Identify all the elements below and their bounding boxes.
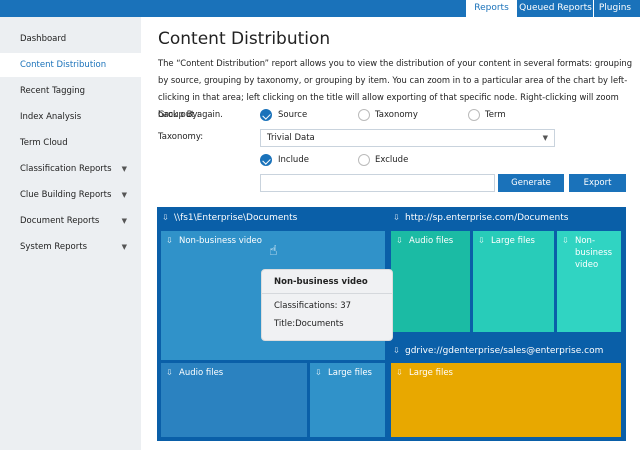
radio-taxonomy[interactable] — [358, 109, 370, 121]
export-button[interactable]: Export — [569, 174, 626, 192]
download-icon: ⇩ — [478, 236, 485, 245]
tab-queued-reports[interactable]: Queued Reports — [518, 0, 593, 17]
radio-term-label[interactable]: Term — [485, 110, 506, 120]
radio-include[interactable] — [260, 154, 272, 166]
hand-cursor-icon: ☝ — [269, 243, 278, 259]
group-title-text: http://sp.enterprise.com/Documents — [405, 213, 569, 223]
sidebar-item-system-reports[interactable]: System Reports ▼ — [0, 235, 141, 259]
chevron-down-icon: ▼ — [121, 191, 127, 199]
tooltip: Non-business video Classifications: 37 T… — [261, 269, 393, 341]
radio-source[interactable] — [260, 109, 272, 121]
tooltip-title: Non-business video — [274, 277, 368, 287]
tab-reports[interactable]: Reports — [466, 0, 517, 17]
download-icon: ⇩ — [315, 368, 322, 377]
sidebar-item-document-reports[interactable]: Document Reports ▼ — [0, 209, 141, 233]
top-bar: Reports Queued Reports Plugins — [0, 0, 640, 17]
chevron-down-icon: ▼ — [121, 243, 127, 251]
group-by-label: Group By: — [158, 110, 200, 120]
chevron-down-icon: ▼ — [121, 217, 127, 225]
radio-term[interactable] — [468, 109, 480, 121]
sidebar-item-recent-tagging[interactable]: Recent Tagging — [0, 79, 141, 103]
cell-label: Non-business video — [179, 236, 262, 246]
taxonomy-select[interactable]: Trivial Data ▼ — [260, 129, 555, 147]
sidebar-item-dashboard[interactable]: Dashboard — [0, 27, 141, 51]
page-title: Content Distribution — [158, 29, 331, 49]
cell-label: Non-business video — [575, 236, 613, 270]
dropdown-arrow-icon: ▼ — [542, 134, 548, 142]
chevron-down-icon: ▼ — [121, 165, 127, 173]
group-title-text: gdrive://gdenterprise/sales@enterprise.c… — [405, 346, 604, 356]
tab-plugins[interactable]: Plugins — [594, 0, 636, 17]
download-icon: ⇩ — [162, 213, 169, 222]
cell-label: Large files — [491, 236, 535, 246]
download-icon: ⇩ — [166, 368, 173, 377]
filter-input[interactable] — [260, 174, 495, 192]
cell-label: Audio files — [409, 236, 454, 246]
radio-exclude-label[interactable]: Exclude — [375, 155, 408, 165]
taxonomy-select-value: Trivial Data — [267, 133, 315, 143]
sidebar-item-clue-building-reports[interactable]: Clue Building Reports ▼ — [0, 183, 141, 207]
sidebar-item-label: Document Reports — [20, 216, 100, 226]
taxonomy-label: Taxonomy: — [158, 132, 204, 142]
cell-label: Large files — [409, 368, 453, 378]
sidebar: Dashboard Content Distribution Recent Ta… — [0, 17, 141, 450]
cell-label: Audio files — [179, 368, 224, 378]
cell-label: Large files — [328, 368, 372, 378]
group-title-text: \\fs1\Enterprise\Documents — [174, 213, 298, 223]
sidebar-item-content-distribution[interactable]: Content Distribution — [0, 53, 141, 77]
sidebar-item-classification-reports[interactable]: Classification Reports ▼ — [0, 157, 141, 181]
download-icon: ⇩ — [396, 236, 403, 245]
download-icon: ⇩ — [396, 368, 403, 377]
radio-include-label[interactable]: Include — [278, 155, 309, 165]
treemap-group-title[interactable]: ⇩ \\fs1\Enterprise\Documents — [160, 213, 297, 223]
tooltip-doc-title: Title:Documents — [274, 319, 344, 329]
sidebar-item-label: Clue Building Reports — [20, 190, 112, 200]
treemap-cell[interactable]: ⇩ Large files — [391, 363, 621, 437]
download-icon: ⇩ — [166, 236, 173, 245]
generate-button[interactable]: Generate — [498, 174, 564, 192]
download-icon: ⇩ — [393, 213, 400, 222]
sidebar-item-term-cloud[interactable]: Term Cloud — [0, 131, 141, 155]
treemap-group-title[interactable]: ⇩ http://sp.enterprise.com/Documents — [391, 213, 568, 223]
tooltip-divider — [262, 293, 392, 294]
radio-exclude[interactable] — [358, 154, 370, 166]
treemap-cell[interactable]: ⇩ Audio files — [161, 363, 307, 437]
sidebar-item-label: System Reports — [20, 242, 88, 252]
radio-source-label[interactable]: Source — [278, 110, 307, 120]
treemap-cell[interactable]: ⇩ Large files — [473, 231, 554, 332]
sidebar-item-index-analysis[interactable]: Index Analysis — [0, 105, 141, 129]
radio-taxonomy-label[interactable]: Taxonomy — [375, 110, 418, 120]
treemap-cell[interactable]: ⇩ Non-business video — [557, 231, 621, 332]
sidebar-item-label: Classification Reports — [20, 164, 112, 174]
treemap-cell[interactable]: ⇩ Large files — [310, 363, 385, 437]
download-icon: ⇩ — [393, 346, 400, 355]
treemap-group-title[interactable]: ⇩ gdrive://gdenterprise/sales@enterprise.… — [391, 346, 603, 356]
treemap-cell[interactable]: ⇩ Audio files — [391, 231, 470, 332]
tooltip-classifications: Classifications: 37 — [274, 301, 352, 311]
download-icon: ⇩ — [562, 236, 569, 245]
